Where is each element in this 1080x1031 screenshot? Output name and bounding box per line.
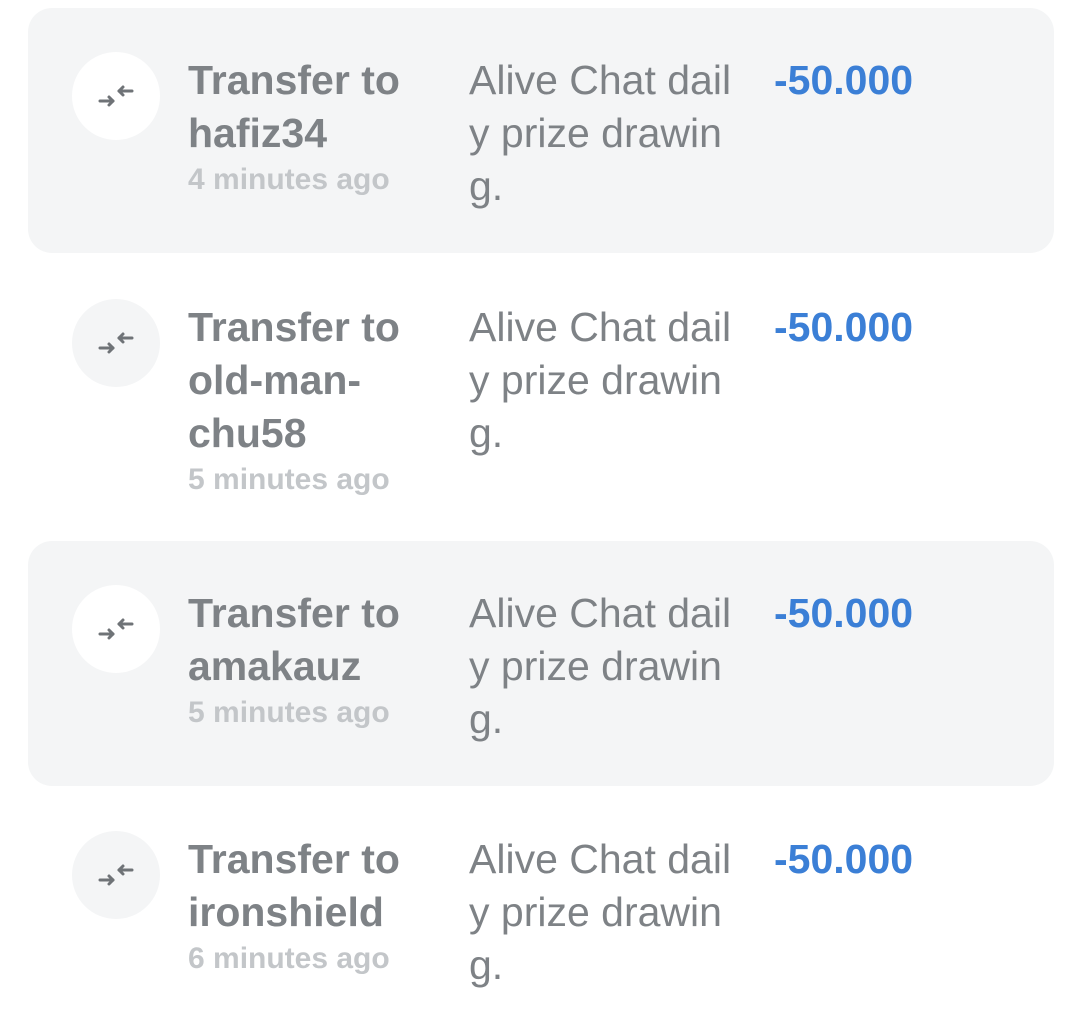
transaction-title: Transfer to hafiz34: [188, 57, 400, 156]
transaction-memo: Alive Chat daily prize drawing.: [469, 57, 732, 209]
transfer-arrows-icon: [98, 864, 134, 886]
transaction-title-block: Transfer to old-man-chu58 5 minutes ago: [188, 301, 428, 500]
transaction-row[interactable]: Transfer to old-man-chu58 5 minutes ago …: [28, 255, 1054, 535]
transaction-title: Transfer to ironshield: [188, 836, 400, 935]
transfer-icon-badge: [72, 299, 160, 387]
transaction-row[interactable]: Transfer to amakauz 5 minutes ago Alive …: [28, 541, 1054, 786]
transaction-amount: -50.000: [774, 304, 914, 350]
transfer-icon-badge: [72, 52, 160, 140]
transaction-row[interactable]: Transfer to ironshield 6 minutes ago Ali…: [28, 787, 1054, 1031]
transfer-arrows-icon: [98, 618, 134, 640]
transaction-title: Transfer to old-man-chu58: [188, 304, 400, 456]
transfer-arrows-icon: [98, 85, 134, 107]
transaction-amount: -50.000: [774, 57, 914, 103]
transaction-title-block: Transfer to hafiz34 4 minutes ago: [188, 54, 428, 200]
transfer-arrows-icon: [98, 332, 134, 354]
transaction-title-block: Transfer to amakauz 5 minutes ago: [188, 587, 428, 733]
transaction-memo: Alive Chat daily prize drawing.: [469, 836, 732, 988]
transaction-time: 4 minutes ago: [188, 163, 390, 196]
transaction-time: 5 minutes ago: [188, 463, 390, 496]
transfer-icon-badge: [72, 831, 160, 919]
transaction-row[interactable]: Transfer to hafiz34 4 minutes ago Alive …: [28, 8, 1054, 253]
transaction-memo: Alive Chat daily prize drawing.: [469, 304, 732, 456]
transaction-amount: -50.000: [774, 590, 914, 636]
transfer-icon-badge: [72, 585, 160, 673]
transaction-title-block: Transfer to ironshield 6 minutes ago: [188, 833, 428, 979]
transaction-time: 6 minutes ago: [188, 942, 390, 975]
transaction-memo: Alive Chat daily prize drawing.: [469, 590, 732, 742]
transaction-time: 5 minutes ago: [188, 696, 390, 729]
transaction-title: Transfer to amakauz: [188, 590, 400, 689]
transaction-amount: -50.000: [774, 836, 914, 882]
